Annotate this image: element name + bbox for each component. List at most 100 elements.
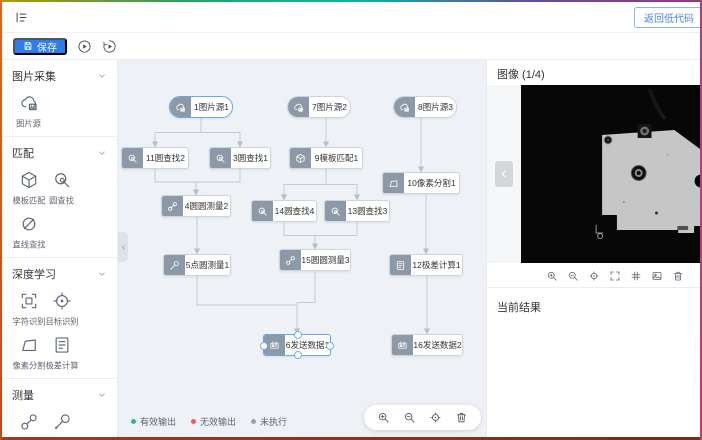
sidebar-collapse-handle[interactable] [118, 232, 128, 262]
top-bar: 返回低代码 [2, 2, 700, 33]
sidebar-item-目标识别[interactable]: 目标识别 [46, 291, 77, 328]
viewer-nav-strip [487, 85, 521, 263]
legend-dot [191, 419, 196, 424]
sidebar-item-像素分割[interactable]: 像素分割 [13, 335, 44, 372]
sidebar-item-字符识别[interactable]: 字符识别 [13, 291, 44, 328]
section-items: 圆圆测量 点圆测量 点点测量 [12, 405, 107, 438]
flow-node-n13[interactable]: 13圆查找3 [324, 200, 390, 222]
flow-node-n9[interactable]: 9模板匹配1 [289, 147, 363, 169]
locate-icon[interactable] [588, 270, 600, 282]
zoom-out-icon[interactable] [403, 411, 416, 424]
circle-find-icon [210, 148, 231, 168]
node-connection-handle[interactable] [294, 351, 302, 359]
circle-find-icon [122, 148, 143, 168]
trash-icon[interactable] [672, 270, 684, 282]
sidebar-item-圆圆测量[interactable]: 圆圆测量 [13, 412, 44, 438]
flow-node-n4[interactable]: 4圆圆测量2 [161, 195, 231, 217]
chevron-down-icon[interactable] [97, 390, 107, 400]
previous-image-button[interactable] [495, 161, 513, 187]
run-button[interactable] [76, 38, 92, 54]
segment-icon [19, 335, 39, 355]
target-icon [52, 291, 72, 311]
section-items: 模板匹配 圆查找 直线查找 [12, 163, 107, 251]
flow-node-n1[interactable]: 1图片源1 [169, 96, 233, 118]
measure-circle-circle-icon [19, 412, 39, 432]
segment-icon [383, 173, 404, 193]
grid-icon[interactable] [630, 270, 642, 282]
save-button[interactable]: 保存 [13, 38, 67, 55]
flow-node-n3[interactable]: 3圆查找1 [209, 147, 271, 169]
send-data-icon [392, 335, 413, 355]
menu-icon[interactable] [14, 10, 29, 25]
locate-icon[interactable] [429, 411, 442, 424]
trash-icon[interactable] [455, 411, 468, 424]
calc-icon [390, 255, 411, 275]
flow-node-n15[interactable]: 15圆圆测量3 [279, 249, 351, 271]
sidebar-item-点圆测量[interactable]: 点圆测量 [46, 412, 77, 438]
flow-node-n11[interactable]: 11圆查找2 [121, 147, 189, 169]
sidebar-section-1: 图片采集 图片源 [2, 60, 117, 137]
circle-find-icon [52, 170, 72, 190]
run-continuous-button[interactable] [101, 38, 117, 54]
section-items: 图片源 [12, 86, 107, 130]
sidebar-item-极差计算[interactable]: 极差计算 [46, 335, 77, 372]
app-window: 返回低代码 保存 图片采集 图片源 匹配 模板匹配 圆查找 直线查找 深度学习 … [2, 2, 700, 438]
flow-node-n12[interactable]: 12极差计算1 [389, 254, 463, 276]
line-find-icon [19, 214, 39, 234]
section-header[interactable]: 图片采集 [12, 62, 107, 86]
flow-canvas[interactable]: 有效输出 无效输出 未执行 1图片源1 7图片源2 8图片源3 11圆查找2 3… [118, 60, 486, 438]
inspection-image[interactable] [521, 85, 700, 263]
sidebar-section-3: 深度学习 字符识别 目标识别 像素分割 极差计算 [2, 258, 117, 379]
flow-node-n7[interactable]: 7图片源2 [287, 96, 351, 118]
section-header[interactable]: 匹配 [12, 139, 107, 163]
legend-item: 未执行 [251, 415, 287, 428]
legend-dot [131, 419, 136, 424]
image-panel-title: 图像 (1/4) [487, 60, 700, 85]
image-panel: 图像 (1/4) [486, 60, 700, 438]
chevron-down-icon[interactable] [97, 269, 107, 279]
action-toolbar: 保存 [2, 33, 700, 60]
sidebar-item-图片源[interactable]: 图片源 [13, 93, 44, 130]
circle-find-icon [252, 201, 273, 221]
sidebar-section-4: 测量 圆圆测量 点圆测量 点点测量 [2, 379, 117, 438]
snapshot-icon[interactable] [651, 270, 663, 282]
ocr-icon [19, 291, 39, 311]
node-connection-handle[interactable] [260, 342, 268, 350]
cube-icon [290, 148, 311, 168]
measure-circle-circle-icon [280, 250, 301, 270]
back-to-lowcode-button[interactable]: 返回低代码 [634, 7, 700, 28]
sidebar-item-圆查找[interactable]: 圆查找 [46, 170, 77, 207]
flow-node-n14[interactable]: 14圆查找4 [251, 200, 317, 222]
flow-node-n5[interactable]: 5点圆测量1 [163, 254, 231, 276]
main-area: 图片采集 图片源 匹配 模板匹配 圆查找 直线查找 深度学习 字符识别 目标识别… [2, 60, 700, 438]
cube-icon [19, 170, 39, 190]
node-connection-handle[interactable] [294, 331, 302, 339]
flow-node-n6[interactable]: 6发送数据1 [263, 334, 331, 356]
canvas-zoom-controls [364, 405, 481, 430]
measure-point-circle-icon [52, 412, 72, 432]
chevron-down-icon[interactable] [97, 148, 107, 158]
section-header[interactable]: 深度学习 [12, 260, 107, 284]
legend-dot [251, 419, 256, 424]
image-source-icon [288, 97, 309, 117]
zoom-out-icon[interactable] [567, 270, 579, 282]
zoom-in-icon[interactable] [546, 270, 558, 282]
chevron-down-icon[interactable] [97, 71, 107, 81]
section-items: 字符识别 目标识别 像素分割 极差计算 [12, 284, 107, 372]
sidebar-item-模板匹配[interactable]: 模板匹配 [13, 170, 44, 207]
flow-node-n8[interactable]: 8图片源3 [393, 96, 457, 118]
image-source-icon [170, 97, 191, 117]
fullscreen-icon[interactable] [609, 270, 621, 282]
image-source-icon [394, 97, 415, 117]
section-header[interactable]: 测量 [12, 381, 107, 405]
zoom-in-icon[interactable] [377, 411, 390, 424]
measure-circle-circle-icon [162, 196, 183, 216]
module-sidebar: 图片采集 图片源 匹配 模板匹配 圆查找 直线查找 深度学习 字符识别 目标识别… [2, 60, 118, 438]
flow-node-n16[interactable]: 16发送数据2 [391, 334, 463, 356]
image-toolbar [487, 263, 700, 287]
flow-node-n10[interactable]: 10像素分割1 [382, 172, 460, 194]
node-connection-handle[interactable] [326, 342, 334, 350]
measure-point-circle-icon [164, 255, 185, 275]
sidebar-item-直线查找[interactable]: 直线查找 [13, 214, 44, 251]
image-viewer [487, 85, 700, 263]
